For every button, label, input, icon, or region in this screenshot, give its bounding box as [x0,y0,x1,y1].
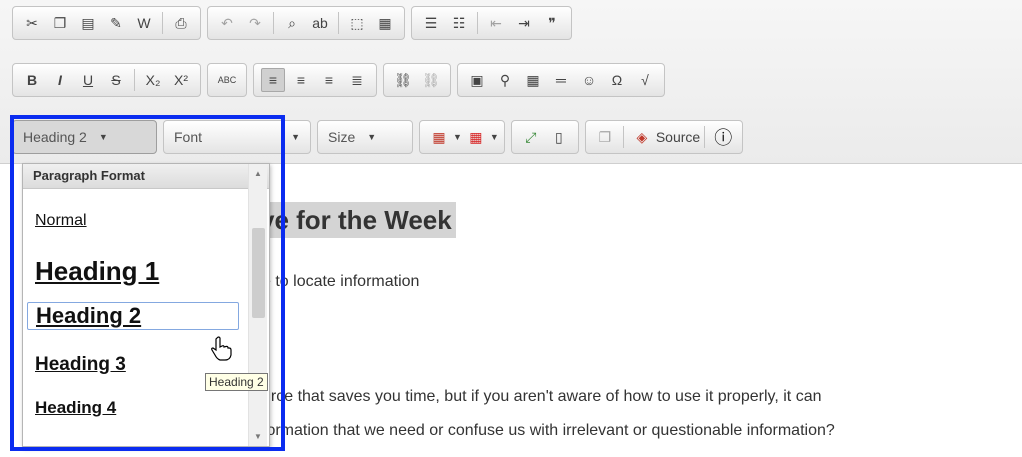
size-combo[interactable]: Size ▼ [317,120,413,154]
bulleted-list-icon[interactable]: ☷ [447,11,471,35]
toolbar-separator [162,12,163,34]
toolbar-row-1: ✂ ❐ ▤ ✎ W ⎙ ↶ ↷ ⌕ ab ⬚ ▦ ☰ ☷ ⇤ ⇥ ❞ [12,6,572,46]
toolbar-group: ✂ ❐ ▤ ✎ W ⎙ [12,6,201,40]
redo-icon[interactable]: ↷ [243,11,267,35]
chevron-down-icon[interactable]: ▼ [453,132,462,142]
align-right-icon[interactable]: ≡ [317,68,341,92]
format-option[interactable]: Heading 4 [27,398,239,418]
strikethrough-icon[interactable]: S [104,68,128,92]
toolbar-separator [273,12,274,34]
text-color-icon[interactable]: ▦ [427,125,451,149]
toolbar-group: ≡ ≡ ≡ ≣ [253,63,377,97]
paste-icon[interactable]: ▤ [76,11,100,35]
templates-icon[interactable]: ❐ [593,125,617,149]
table-icon[interactable]: ▦ [521,68,545,92]
dropdown-scrollbar[interactable]: ▲ ▼ [248,164,267,446]
image-icon[interactable]: ▣ [465,68,489,92]
chevron-down-icon: ▼ [291,132,300,142]
subscript-icon[interactable]: X₂ [141,68,165,92]
toolbar-row-3: Heading 2 ▼ Font ▼ Size ▼ ▦ ▼ ▦ ▼ ⤢ ▯ ❐ … [12,120,744,160]
editor-toolbar: ✂ ❐ ▤ ✎ W ⎙ ↶ ↷ ⌕ ab ⬚ ▦ ☰ ☷ ⇤ ⇥ ❞ B I U S X₂ X² ABC ≡ ≡ ≡ ≣ ⛓ ⛓ ▣ ⚲ ▦ ═… [0,0,1022,164]
format-combo[interactable]: Heading 2 ▼ [12,120,157,154]
toolbar-group: ☰ ☷ ⇤ ⇥ ❞ [411,6,572,40]
paste-word-icon[interactable]: W [132,11,156,35]
content-heading: ve for the Week [256,202,456,238]
blockquote-icon[interactable]: ❞ [540,11,564,35]
link-icon[interactable]: ⛓ [391,68,415,92]
chevron-down-icon: ▼ [98,132,108,142]
print-icon[interactable]: ⎙ [169,11,193,35]
italic-icon[interactable]: I [48,68,72,92]
toolbar-separator [134,69,135,91]
find-icon[interactable]: ⌕ [280,11,304,35]
superscript-icon[interactable]: X² [169,68,193,92]
unlink-icon[interactable]: ⛓ [419,68,443,92]
toolbar-group: ▣ ⚲ ▦ ═ ☺ Ω √ [457,63,665,97]
font-combo[interactable]: Font ▼ [163,120,311,154]
toolbar-separator [338,12,339,34]
copy-icon[interactable]: ❐ [48,11,72,35]
horizontal-rule-icon[interactable]: ═ [549,68,573,92]
outdent-icon[interactable]: ⇤ [484,11,508,35]
bg-color-icon[interactable]: ▦ [464,125,488,149]
align-left-icon[interactable]: ≡ [261,68,285,92]
font-combo-label: Font [174,129,203,145]
source-group: ❐ ◈ Source ⓘ [584,120,744,154]
hand-cursor-icon [211,336,232,361]
spellcheck-icon[interactable]: ABC [215,68,239,92]
html-icon[interactable]: ▦ [373,11,397,35]
smiley-icon[interactable]: ☺ [577,68,601,92]
undo-icon[interactable]: ↶ [215,11,239,35]
about-icon[interactable]: ⓘ [711,125,735,149]
scroll-down-icon[interactable]: ▼ [254,432,262,441]
content-line-2: urce that saves you time, but if you are… [262,388,822,405]
replace-icon[interactable]: ab [308,11,332,35]
format-option[interactable]: Heading 2 [27,302,239,330]
special-char-icon[interactable]: Ω [605,68,629,92]
align-justify-icon[interactable]: ≣ [345,68,369,92]
source-button[interactable]: Source [656,129,700,145]
select-all-icon[interactable]: ⬚ [345,11,369,35]
toolbar-group: B I U S X₂ X² [12,63,201,97]
format-option[interactable]: Normal [27,212,239,230]
cut-icon[interactable]: ✂ [20,11,44,35]
paste-text-icon[interactable]: ✎ [104,11,128,35]
anchor-icon[interactable]: ⚲ [493,68,517,92]
scroll-up-icon[interactable]: ▲ [254,169,262,178]
chevron-down-icon[interactable]: ▼ [490,132,499,142]
toolbar-group: ⛓ ⛓ [383,63,451,97]
indent-icon[interactable]: ⇥ [512,11,536,35]
underline-icon[interactable]: U [76,68,100,92]
source-icon: ◈ [636,128,648,145]
chevron-down-icon: ▼ [367,132,377,142]
toolbar-group: ABC [207,63,247,97]
content-line-3: formation that we need or confuse us wit… [262,422,835,439]
toolbar-group: ↶ ↷ ⌕ ab ⬚ ▦ [207,6,405,40]
tooltip: Heading 2 [205,373,268,391]
math-icon[interactable]: √ [633,68,657,92]
color-group: ▦ ▼ ▦ ▼ [419,120,505,154]
dropdown-title: Paragraph Format [23,164,269,189]
maximize-icon[interactable]: ⤢ [519,125,543,149]
view-group: ⤢ ▯ [510,120,579,154]
format-combo-label: Heading 2 [23,129,87,145]
scroll-thumb[interactable] [252,228,265,318]
toolbar-separator [477,12,478,34]
size-combo-label: Size [328,129,356,145]
toolbar-row-2: B I U S X₂ X² ABC ≡ ≡ ≡ ≣ ⛓ ⛓ ▣ ⚲ ▦ ═ ☺ Ω √ [12,63,665,103]
paragraph-format-dropdown: Paragraph Format Normal Heading 1 Heading … [22,163,270,447]
content-line-1: e to locate information [262,273,420,290]
numbered-list-icon[interactable]: ☰ [419,11,443,35]
format-option[interactable]: Heading 1 [27,256,239,287]
show-blocks-icon[interactable]: ▯ [547,125,571,149]
bold-icon[interactable]: B [20,68,44,92]
align-center-icon[interactable]: ≡ [289,68,313,92]
